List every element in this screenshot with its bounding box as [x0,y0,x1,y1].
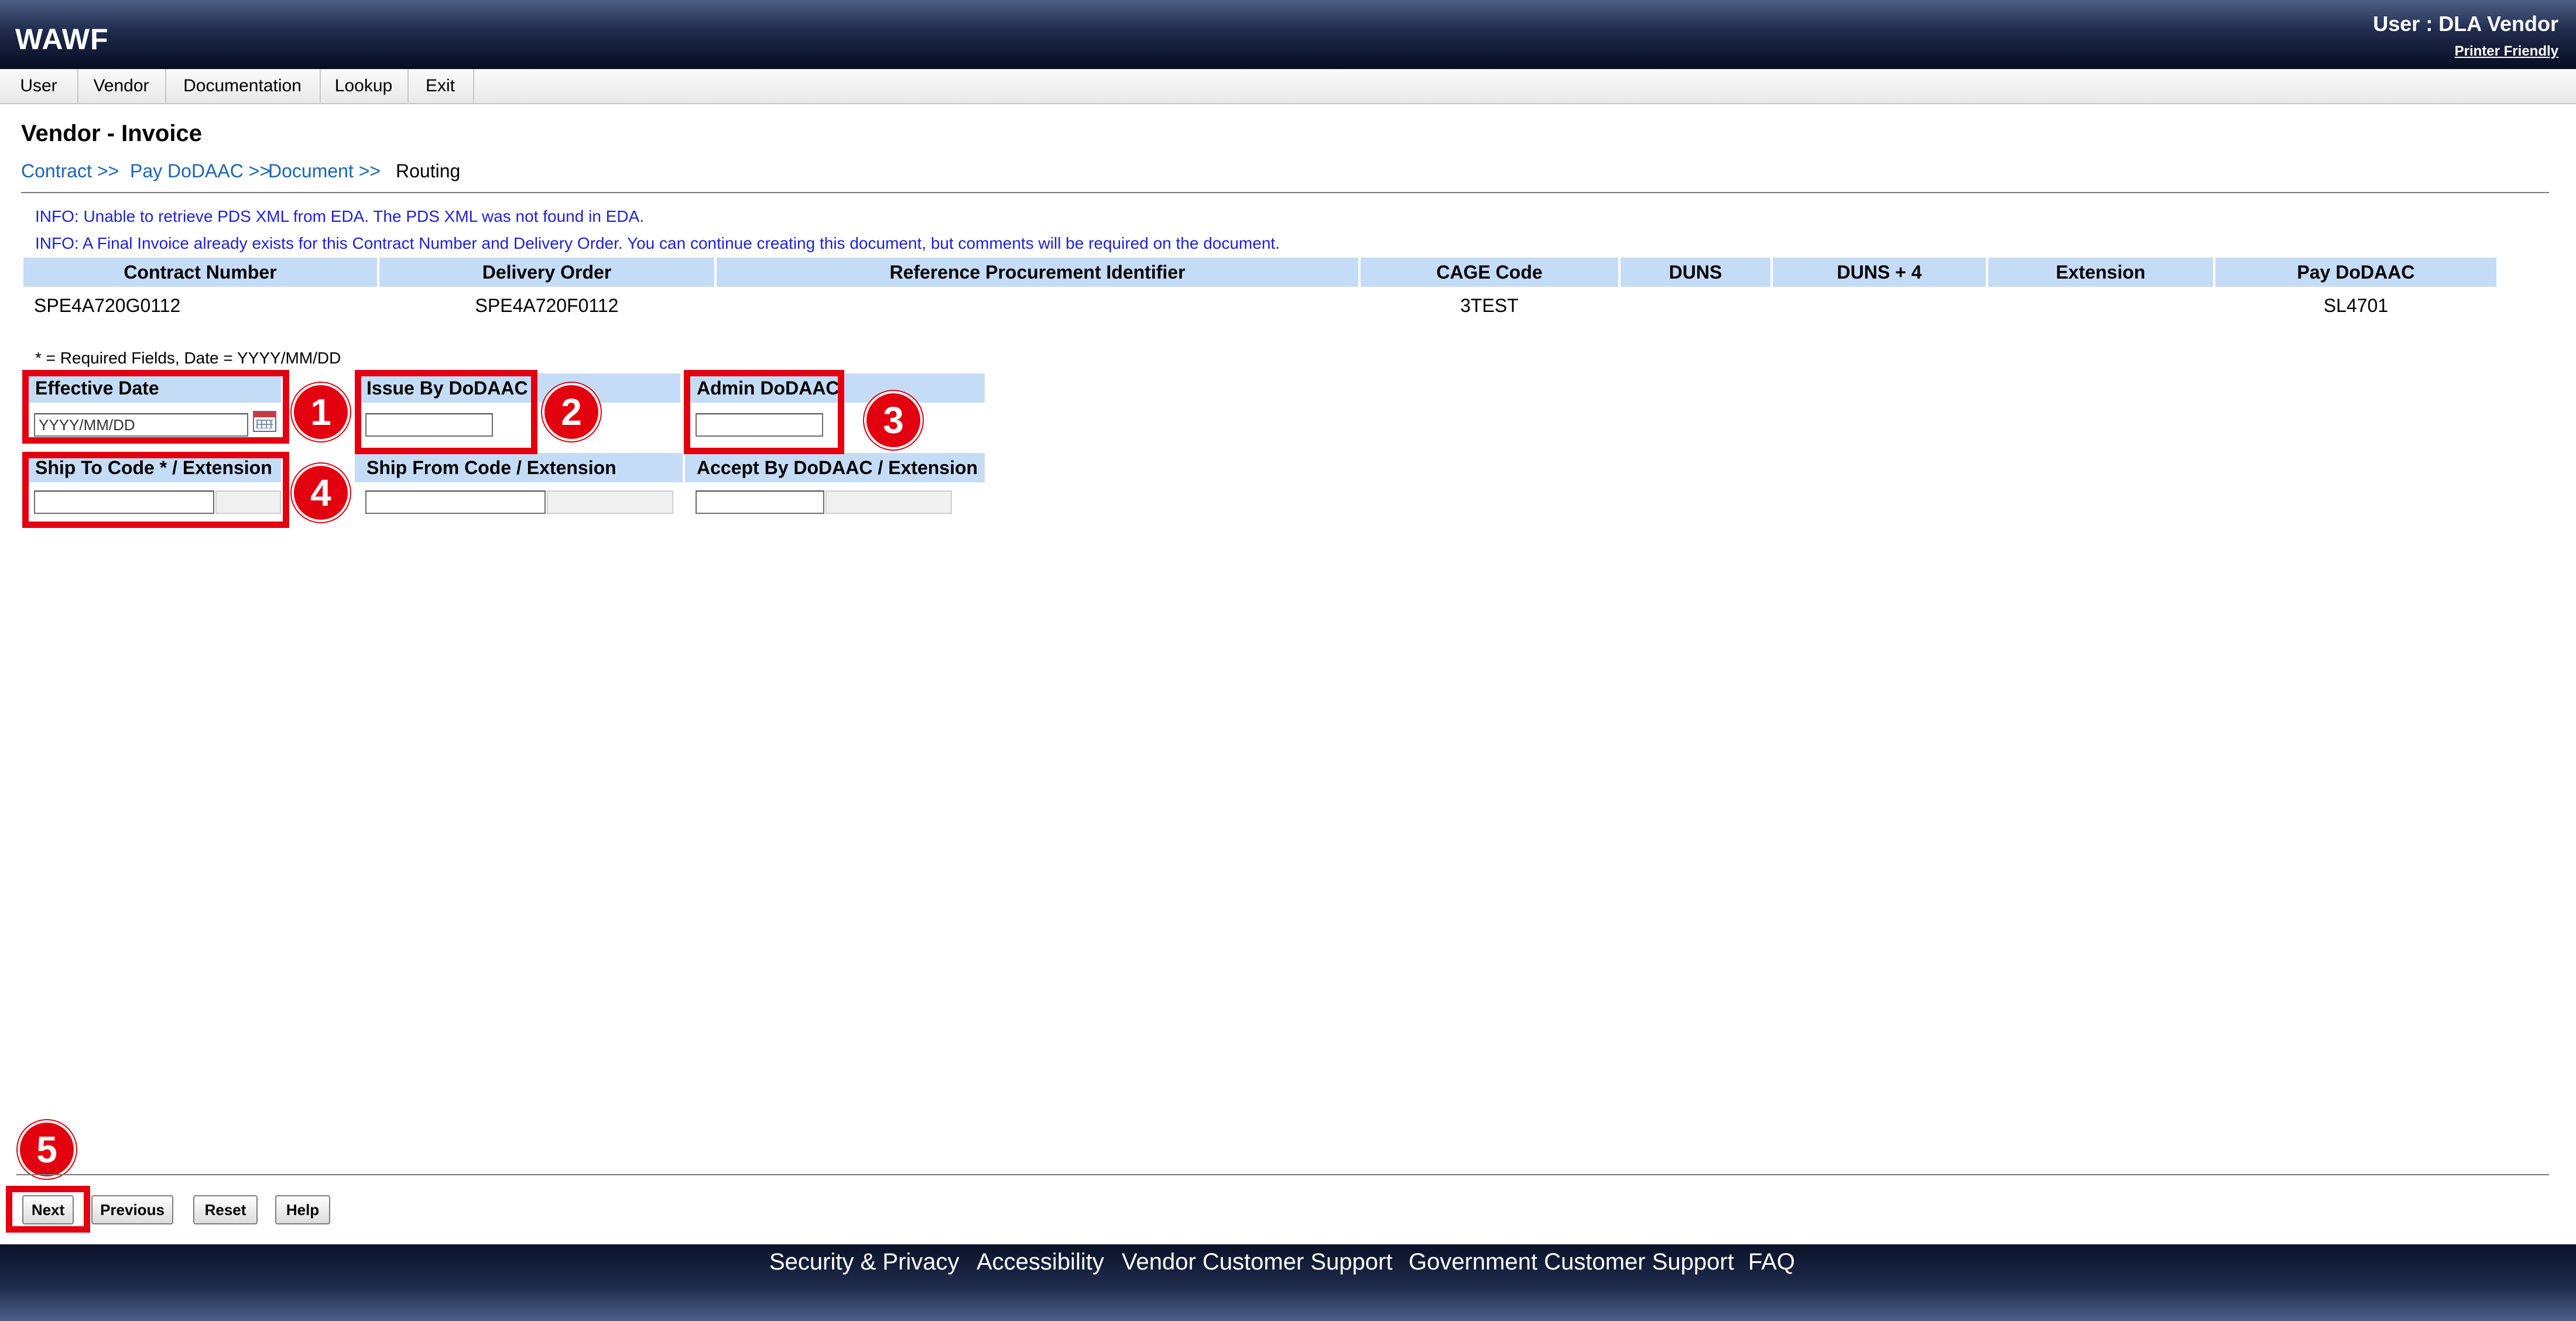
col-header-duns: DUNS [1621,258,1770,287]
title-divider [21,192,2549,193]
col-header-ref-procurement-id: Reference Procurement Identifier [717,258,1358,287]
user-label: User : DLA Vendor [2373,12,2558,36]
annotation-box-2 [355,370,537,454]
col-header-contract-number: Contract Number [23,258,377,287]
annotation-box-3 [684,370,844,454]
cell-pay-dodaac: SL4701 [2323,295,2389,316]
next-button[interactable]: Next [22,1195,74,1224]
app-header: WAWF User : DLA Vendor Printer Friendly [0,0,2576,69]
annotation-box-1 [22,370,289,444]
cell-cage-code: 3TEST [1460,295,1519,316]
annotation-badge-5: 5 [18,1120,76,1179]
accept-by-extension-input[interactable] [825,490,952,514]
cell-contract-number: SPE4A720G0112 [34,295,181,316]
col-header-delivery-order: Delivery Order [379,258,714,287]
footer-link-accessibility[interactable]: Accessibility [977,1249,1104,1275]
menu-item-documentation[interactable]: Documentation [165,69,321,103]
breadcrumb-routing: Routing [396,160,461,181]
previous-button[interactable]: Previous [91,1195,173,1224]
annotation-badge-3: 3 [864,391,923,450]
menu-item-user[interactable]: User [0,69,78,103]
accept-by-dodaac-input[interactable] [696,490,824,514]
col-header-extension: Extension [1988,258,2213,287]
menu-item-exit[interactable]: Exit [407,69,474,103]
wawf-logo: WAWF [15,23,109,56]
annotation-badge-1: 1 [292,383,350,441]
annotation-box-4 [22,452,289,528]
cell-delivery-order: SPE4A720F0112 [475,295,619,316]
ship-from-code-input[interactable] [365,490,546,514]
page-title: Vendor - Invoice [21,121,202,146]
info-message: INFO: A Final Invoice already exists for… [35,234,1280,252]
required-fields-note: * = Required Fields, Date = YYYY/MM/DD [35,349,341,367]
breadcrumb-pay-dodaac[interactable]: Pay DoDAAC >> [130,160,270,182]
printer-friendly-link[interactable]: Printer Friendly [2455,43,2558,60]
buttons-divider [16,1174,2549,1175]
ship-from-extension-input[interactable] [547,490,673,514]
info-message: INFO: Unable to retrieve PDS XML from ED… [35,207,645,225]
menu-bar: User Vendor Documentation Lookup Exit [0,69,2576,104]
col-header-cage-code: CAGE Code [1361,258,1618,287]
menu-item-vendor[interactable]: Vendor [77,69,166,103]
ship-from-code-label: Ship From Code / Extension [355,453,683,482]
accept-by-dodaac-label: Accept By DoDAAC / Extension [685,453,985,482]
col-header-duns-plus-4: DUNS + 4 [1773,258,1986,287]
col-header-pay-dodaac: Pay DoDAAC [2215,258,2496,287]
breadcrumb-document[interactable]: Document >> [268,160,381,182]
footer-link-vendor-support[interactable]: Vendor Customer Support [1122,1249,1392,1275]
breadcrumb-contract[interactable]: Contract >> [21,160,119,182]
footer-link-government-support[interactable]: Government Customer Support [1409,1249,1734,1275]
reset-button[interactable]: Reset [193,1195,258,1224]
footer-link-security-privacy[interactable]: Security & Privacy [769,1249,960,1275]
annotation-badge-4: 4 [292,464,350,522]
footer-link-faq[interactable]: FAQ [1748,1249,1795,1275]
help-button[interactable]: Help [275,1195,330,1224]
annotation-badge-2: 2 [542,383,601,441]
menu-item-lookup[interactable]: Lookup [320,69,409,103]
